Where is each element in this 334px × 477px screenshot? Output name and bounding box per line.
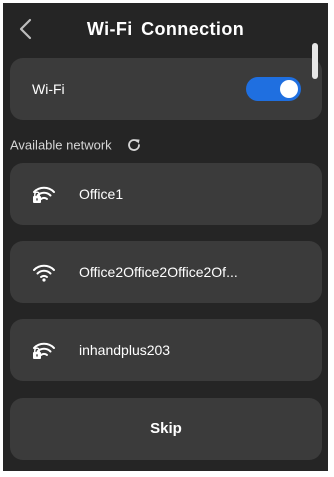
wifi-lock-icon <box>32 183 56 205</box>
wifi-icon <box>32 261 56 283</box>
network-item-office1[interactable]: Office1 <box>10 163 322 225</box>
available-network-label: Available network <box>10 137 112 153</box>
network-name: Office1 <box>79 186 124 202</box>
wifi-toggle[interactable] <box>246 77 301 101</box>
network-item-inhandplus203[interactable]: inhandplus203 <box>10 319 322 381</box>
wifi-label: Wi-Fi <box>32 81 65 97</box>
wifi-lock-icon <box>32 339 56 361</box>
available-network-header: Available network <box>10 136 142 156</box>
wifi-connection-screen: Wi-Fi Connection Wi-Fi Available network <box>3 3 328 471</box>
skip-button[interactable]: Skip <box>10 398 322 460</box>
network-item-office2[interactable]: Office2Office2Office2Of... <box>10 241 322 303</box>
scrollbar[interactable] <box>312 43 318 79</box>
refresh-icon[interactable] <box>126 137 142 153</box>
header: Wi-Fi Connection <box>3 3 328 55</box>
wifi-toggle-row: Wi-Fi <box>10 58 322 120</box>
page-title: Wi-Fi Connection <box>86 19 245 39</box>
toggle-knob <box>280 80 298 98</box>
app-frame: Wi-Fi Connection Wi-Fi Available network <box>0 0 334 477</box>
network-name: inhandplus203 <box>79 342 171 358</box>
network-name: Office2Office2Office2Of... <box>79 264 238 280</box>
